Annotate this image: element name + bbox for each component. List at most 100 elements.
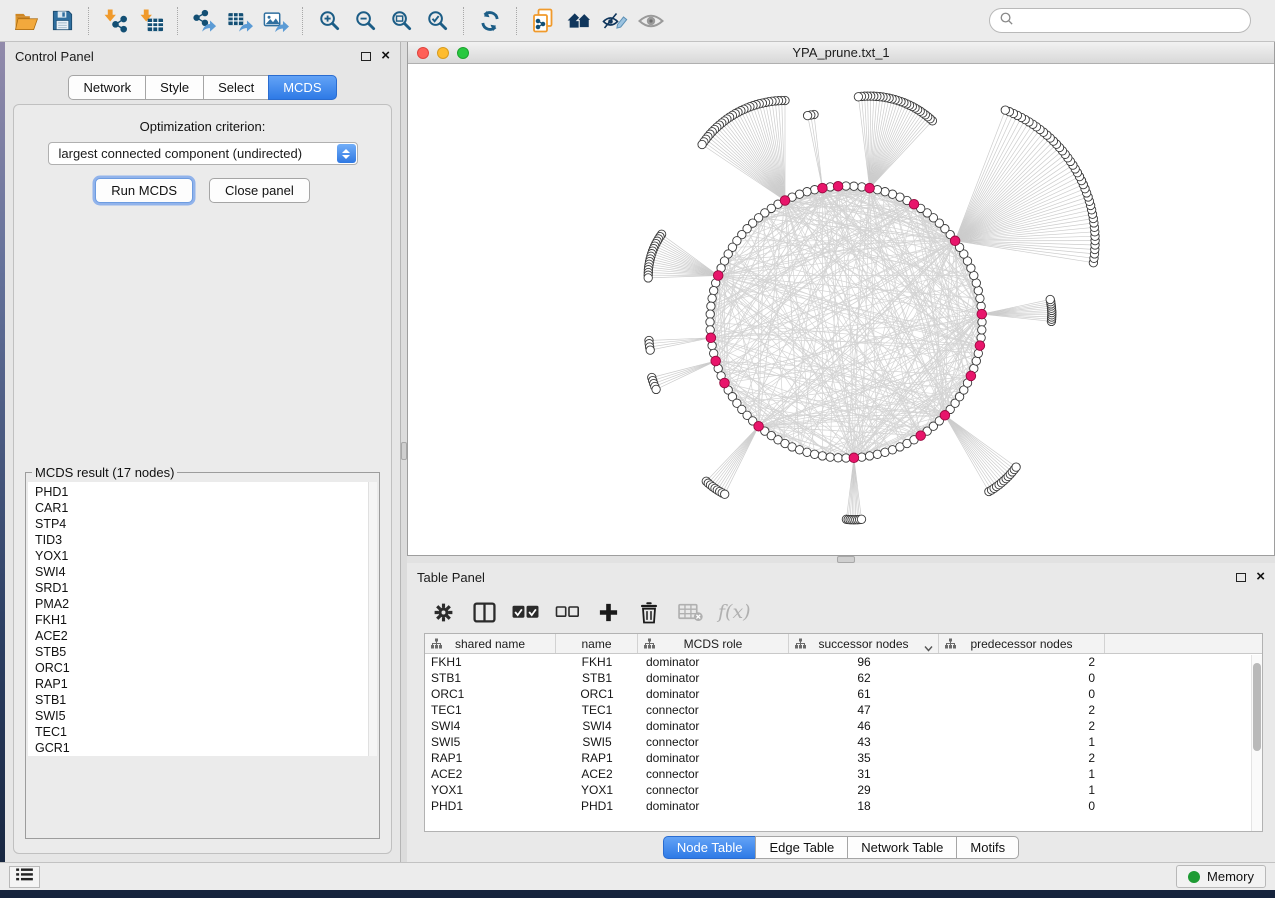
deselect-all-columns-icon[interactable] [554, 599, 580, 625]
table-row[interactable]: FKH1FKH1dominator962 [425, 654, 1262, 670]
table-cell[interactable]: connector [638, 782, 789, 798]
minimize-window-icon[interactable] [437, 47, 449, 59]
network-canvas[interactable] [408, 64, 1274, 555]
table-row[interactable]: PHD1PHD1dominator180 [425, 798, 1262, 814]
table-cell[interactable]: ORC1 [425, 686, 556, 702]
horizontal-split-divider[interactable] [407, 556, 1275, 563]
mcds-result-item[interactable]: PMA2 [35, 596, 377, 612]
mcds-result-item[interactable]: RAP1 [35, 676, 377, 692]
divider-grip[interactable] [837, 556, 855, 563]
column-header-shared-name[interactable]: shared name [425, 634, 556, 653]
mcds-result-item[interactable]: YOX1 [35, 548, 377, 564]
save-session-icon[interactable] [44, 4, 80, 38]
open-file-icon[interactable] [8, 4, 44, 38]
table-cell[interactable]: 96 [789, 654, 939, 670]
tab-network[interactable]: Network [68, 75, 145, 100]
search-box[interactable] [989, 8, 1251, 33]
table-cell[interactable]: dominator [638, 686, 789, 702]
table-cell[interactable]: TEC1 [425, 702, 556, 718]
task-history-button[interactable] [9, 866, 40, 888]
export-network-icon[interactable] [186, 4, 222, 38]
table-cell[interactable]: 62 [789, 670, 939, 686]
table-cell[interactable]: connector [638, 702, 789, 718]
table-cell[interactable]: 0 [939, 686, 1105, 702]
birdseye-view-icon[interactable] [633, 4, 669, 38]
import-table-icon[interactable] [133, 4, 169, 38]
mcds-result-item[interactable]: TID3 [35, 532, 377, 548]
float-panel-icon[interactable] [1236, 573, 1246, 582]
table-cell[interactable]: ACE2 [425, 766, 556, 782]
close-panel-button[interactable]: Close panel [209, 178, 310, 203]
table-row[interactable]: ORC1ORC1dominator610 [425, 686, 1262, 702]
tab-select[interactable]: Select [203, 75, 268, 100]
table-cell[interactable]: connector [638, 766, 789, 782]
table-cell[interactable]: PHD1 [425, 798, 556, 814]
table-cell[interactable]: ACE2 [556, 766, 638, 782]
tab-style[interactable]: Style [145, 75, 203, 100]
optimization-criterion-select[interactable]: largest connected component (undirected) [48, 142, 358, 165]
table-cell[interactable]: 1 [939, 734, 1105, 750]
table-cell[interactable]: 47 [789, 702, 939, 718]
table-cell[interactable]: dominator [638, 798, 789, 814]
mcds-list-scrollbar[interactable] [368, 482, 377, 756]
table-cell[interactable]: FKH1 [425, 654, 556, 670]
table-row[interactable]: SWI4SWI4dominator462 [425, 718, 1262, 734]
table-row[interactable]: STB1STB1dominator620 [425, 670, 1262, 686]
manage-networks-icon[interactable] [525, 4, 561, 38]
table-cell[interactable]: 2 [939, 654, 1105, 670]
table-cell[interactable]: 29 [789, 782, 939, 798]
mcds-result-item[interactable]: PHD1 [35, 484, 377, 500]
export-image-icon[interactable] [258, 4, 294, 38]
maximize-window-icon[interactable] [457, 47, 469, 59]
table-mode-gear-icon[interactable] [430, 599, 456, 625]
float-panel-icon[interactable] [361, 52, 371, 61]
delete-columns-icon[interactable] [636, 599, 662, 625]
table-cell[interactable]: 2 [939, 702, 1105, 718]
select-all-columns-icon[interactable] [512, 599, 539, 625]
table-cell[interactable]: TEC1 [556, 702, 638, 718]
mcds-result-item[interactable]: ORC1 [35, 660, 377, 676]
mcds-result-item[interactable]: SWI4 [35, 564, 377, 580]
zoom-out-icon[interactable] [347, 4, 383, 38]
table-row[interactable]: YOX1YOX1connector291 [425, 782, 1262, 798]
table-cell[interactable]: SWI4 [425, 718, 556, 734]
close-panel-icon[interactable]: × [1256, 572, 1265, 582]
table-cell[interactable]: 46 [789, 718, 939, 734]
network-window-titlebar[interactable]: YPA_prune.txt_1 [408, 42, 1274, 64]
table-row[interactable]: TEC1TEC1connector472 [425, 702, 1262, 718]
table-cell[interactable]: 0 [939, 798, 1105, 814]
mcds-result-item[interactable]: SWI5 [35, 708, 377, 724]
table-cell[interactable]: 1 [939, 782, 1105, 798]
column-header-mcds-role[interactable]: MCDS role [638, 634, 789, 653]
tab-node-table[interactable]: Node Table [663, 836, 756, 859]
tab-network-table[interactable]: Network Table [847, 836, 956, 859]
mcds-result-item[interactable]: ACE2 [35, 628, 377, 644]
show-columns-icon[interactable] [471, 599, 497, 625]
table-cell[interactable]: ORC1 [556, 686, 638, 702]
close-panel-icon[interactable]: × [381, 51, 390, 61]
zoom-in-icon[interactable] [311, 4, 347, 38]
scrollbar-thumb[interactable] [1253, 663, 1261, 751]
mcds-result-item[interactable]: GCR1 [35, 740, 377, 756]
memory-button[interactable]: Memory [1176, 865, 1266, 888]
column-header-name[interactable]: name [556, 634, 638, 653]
table-cell[interactable]: dominator [638, 718, 789, 734]
tab-motifs[interactable]: Motifs [956, 836, 1019, 859]
tab-mcds[interactable]: MCDS [268, 75, 336, 100]
refresh-icon[interactable] [472, 4, 508, 38]
table-cell[interactable]: SWI4 [556, 718, 638, 734]
table-cell[interactable]: 2 [939, 718, 1105, 734]
mcds-result-item[interactable]: STB1 [35, 692, 377, 708]
table-cell[interactable]: YOX1 [556, 782, 638, 798]
table-cell[interactable]: STB1 [425, 670, 556, 686]
table-cell[interactable]: 31 [789, 766, 939, 782]
table-row[interactable]: SWI5SWI5connector431 [425, 734, 1262, 750]
run-mcds-button[interactable]: Run MCDS [95, 178, 193, 203]
column-header-predecessor-nodes[interactable]: predecessor nodes [939, 634, 1105, 653]
table-scrollbar[interactable] [1251, 655, 1262, 831]
table-cell[interactable]: STB1 [556, 670, 638, 686]
search-input[interactable] [1020, 13, 1241, 28]
mcds-result-item[interactable]: SRD1 [35, 580, 377, 596]
vertical-split-divider[interactable] [401, 42, 407, 862]
zoom-fit-icon[interactable] [383, 4, 419, 38]
